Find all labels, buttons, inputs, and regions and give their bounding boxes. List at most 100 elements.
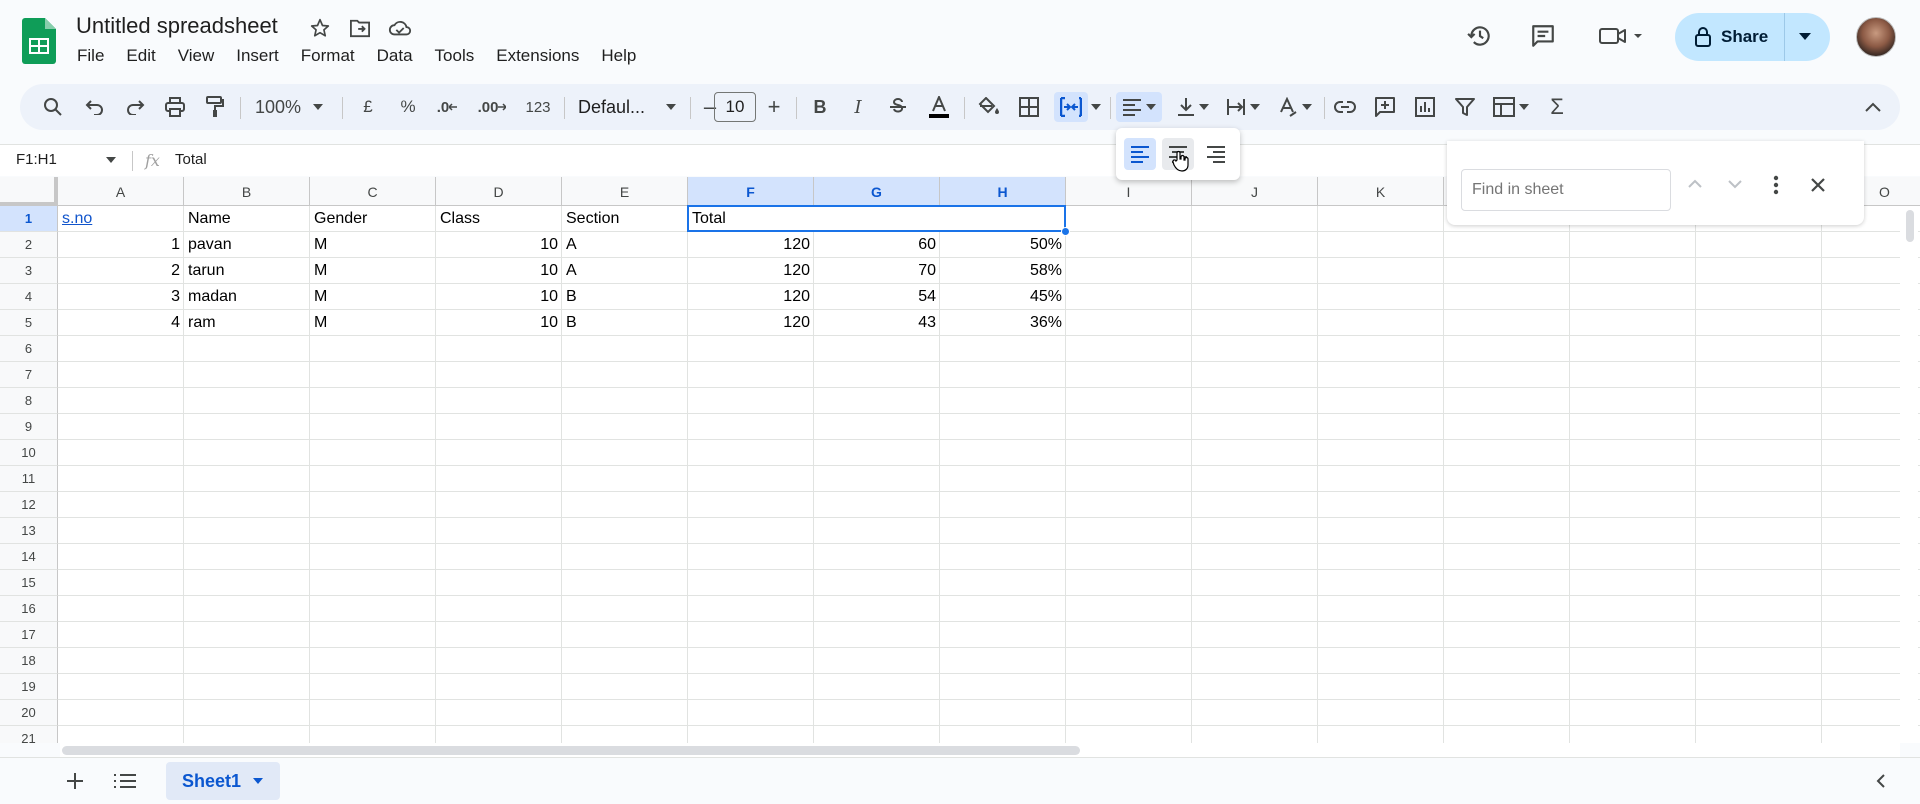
data-cell[interactable]: ram [184, 310, 310, 336]
document-title[interactable]: Untitled spreadsheet [76, 13, 278, 39]
data-cell[interactable]: 36% [940, 310, 1066, 336]
formula-input[interactable]: Total [175, 151, 207, 168]
data-cell[interactable]: 120 [688, 310, 814, 336]
row-header[interactable]: 2 [0, 232, 58, 258]
row-header[interactable]: 13 [0, 518, 58, 544]
bold-button[interactable]: B [806, 92, 834, 122]
menu-insert[interactable]: Insert [225, 44, 290, 68]
find-next-icon[interactable] [1727, 179, 1743, 189]
menu-file[interactable]: File [66, 44, 115, 68]
more-formats-button[interactable]: 123 [520, 92, 556, 122]
percent-button[interactable]: % [394, 92, 422, 122]
header-cell[interactable]: s.no [58, 206, 184, 232]
data-cell[interactable]: 10 [436, 310, 562, 336]
currency-button[interactable]: £ [354, 92, 382, 122]
data-cell[interactable]: pavan [184, 232, 310, 258]
all-sheets-icon[interactable] [114, 773, 136, 789]
row-header[interactable]: 10 [0, 440, 58, 466]
data-cell[interactable]: B [562, 310, 688, 336]
more-options-icon[interactable] [1773, 175, 1779, 195]
header-cell[interactable]: Section [562, 206, 688, 232]
horizontal-align-button[interactable] [1116, 92, 1162, 122]
row-header[interactable]: 15 [0, 570, 58, 596]
row-header[interactable]: 16 [0, 596, 58, 622]
row-header[interactable]: 18 [0, 648, 58, 674]
collapse-toolbar-icon[interactable] [1858, 92, 1888, 122]
fill-color-icon[interactable] [974, 92, 1004, 122]
italic-button[interactable]: I [844, 92, 872, 122]
data-cell[interactable]: 43 [814, 310, 940, 336]
data-cell[interactable]: A [562, 232, 688, 258]
column-header[interactable]: G [814, 177, 940, 206]
header-cell[interactable]: Class [436, 206, 562, 232]
insert-comment-icon[interactable] [1370, 92, 1400, 122]
column-header[interactable]: F [688, 177, 814, 206]
move-folder-icon[interactable] [346, 14, 374, 42]
header-cell[interactable]: Name [184, 206, 310, 232]
find-input[interactable] [1461, 169, 1671, 211]
data-cell[interactable]: 10 [436, 258, 562, 284]
row-header[interactable]: 12 [0, 492, 58, 518]
sheet-tab[interactable]: Sheet1 [166, 762, 280, 800]
row-header[interactable]: 19 [0, 674, 58, 700]
insert-link-icon[interactable] [1330, 92, 1360, 122]
vertical-scrollbar[interactable] [1900, 206, 1918, 743]
row-header[interactable]: 9 [0, 414, 58, 440]
column-header[interactable]: B [184, 177, 310, 206]
data-cell[interactable]: 120 [688, 284, 814, 310]
data-cell[interactable]: tarun [184, 258, 310, 284]
comments-icon[interactable] [1529, 22, 1557, 50]
data-cell[interactable]: 120 [688, 258, 814, 284]
merge-dropdown-icon[interactable] [1088, 92, 1104, 122]
close-find-icon[interactable] [1810, 177, 1826, 193]
align-center-option[interactable] [1162, 138, 1194, 172]
menu-view[interactable]: View [167, 44, 226, 68]
vertical-align-button[interactable] [1170, 92, 1216, 122]
font-size-input[interactable]: 10 [714, 92, 756, 122]
row-header[interactable]: 20 [0, 700, 58, 726]
borders-icon[interactable] [1014, 92, 1044, 122]
data-cell[interactable]: 45% [940, 284, 1066, 310]
align-left-option[interactable] [1124, 138, 1156, 170]
header-cell[interactable]: Gender [310, 206, 436, 232]
data-cell[interactable]: madan [184, 284, 310, 310]
row-header[interactable]: 14 [0, 544, 58, 570]
insert-chart-icon[interactable] [1410, 92, 1440, 122]
data-cell[interactable]: 58% [940, 258, 1066, 284]
increase-font-size-button[interactable]: + [760, 92, 788, 122]
horizontal-scrollbar[interactable] [60, 743, 1900, 757]
data-cell[interactable]: M [310, 232, 436, 258]
decrease-decimal-button[interactable]: .0 [430, 92, 464, 122]
data-cell[interactable]: M [310, 310, 436, 336]
strikethrough-icon[interactable] [884, 92, 912, 122]
row-header[interactable]: 21 [0, 726, 58, 743]
row-header[interactable]: 6 [0, 336, 58, 362]
data-cell[interactable]: M [310, 284, 436, 310]
column-header[interactable]: J [1192, 177, 1318, 206]
data-cell[interactable]: 4 [58, 310, 184, 336]
data-cell[interactable]: 2 [58, 258, 184, 284]
data-cell[interactable]: 54 [814, 284, 940, 310]
redo-icon[interactable] [120, 92, 150, 122]
data-cell[interactable]: 10 [436, 232, 562, 258]
print-icon[interactable] [160, 92, 190, 122]
merge-cells-icon[interactable] [1054, 92, 1088, 122]
functions-button[interactable]: Σ [1542, 92, 1572, 122]
menu-extensions[interactable]: Extensions [485, 44, 590, 68]
horizontal-scroll-thumb[interactable] [62, 746, 1080, 755]
spreadsheet-grid[interactable]: ABCDEFGHIJKO 1 2 3 4 5 6 7 8 9 10 11 12 13 14 15 16 17 18… [0, 177, 1920, 743]
align-right-option[interactable] [1200, 138, 1232, 170]
menu-tools[interactable]: Tools [424, 44, 486, 68]
column-header[interactable]: A [58, 177, 184, 206]
name-box[interactable]: F1:H1 [16, 151, 57, 168]
row-header[interactable]: 7 [0, 362, 58, 388]
zoom-select[interactable]: 100% [244, 92, 334, 122]
collapse-side-panel-icon[interactable] [1876, 773, 1886, 789]
row-header[interactable]: 17 [0, 622, 58, 648]
menu-edit[interactable]: Edit [115, 44, 166, 68]
text-wrapping-button[interactable] [1220, 92, 1266, 122]
menu-data[interactable]: Data [366, 44, 424, 68]
paint-format-icon[interactable] [200, 92, 230, 122]
cloud-saved-icon[interactable] [386, 14, 414, 42]
column-header[interactable]: I [1066, 177, 1192, 206]
